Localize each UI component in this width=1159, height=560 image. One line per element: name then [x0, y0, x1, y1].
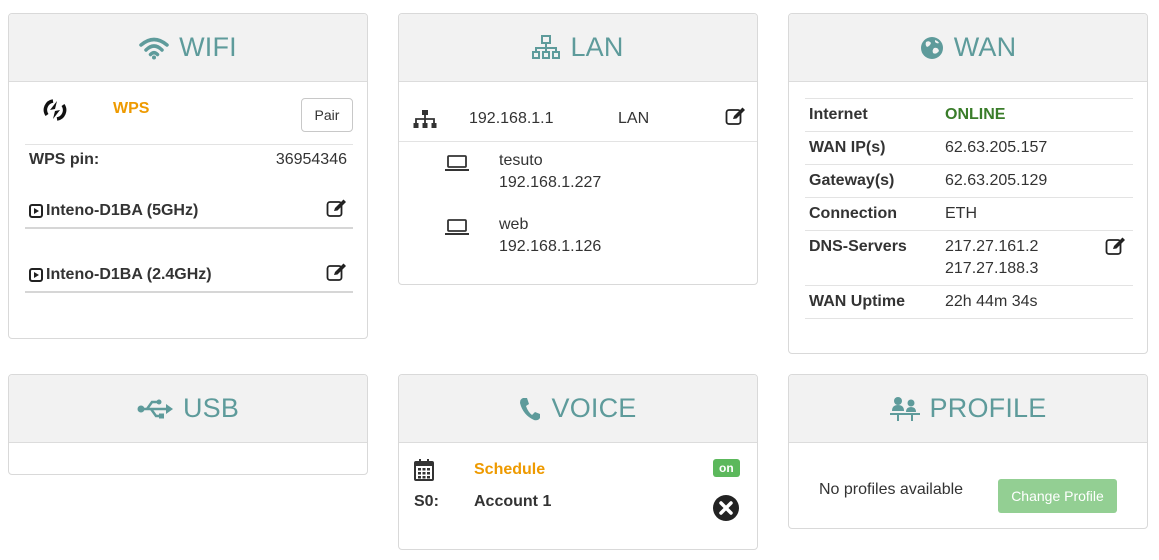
- wifi-header: WIFI: [9, 14, 367, 82]
- expand-icon[interactable]: [29, 268, 43, 282]
- edit-icon[interactable]: [1105, 236, 1127, 256]
- wifi-title: WIFI: [179, 32, 237, 62]
- edit-icon[interactable]: [326, 198, 348, 218]
- wan-label: Gateway(s): [809, 172, 895, 189]
- voice-header: VOICE: [399, 375, 757, 443]
- internet-status: ONLINE: [945, 106, 1006, 123]
- divider: [25, 227, 353, 229]
- pair-button[interactable]: Pair: [301, 98, 353, 132]
- profile-card: PROFILE No profiles available Change Pro…: [788, 374, 1148, 529]
- schedule-label[interactable]: Schedule: [474, 461, 545, 479]
- wan-label: Internet: [809, 106, 868, 123]
- client-name: web: [499, 216, 529, 233]
- wan-label: WAN IP(s): [809, 139, 886, 156]
- wan-label: Connection: [809, 205, 897, 222]
- sitemap-icon: [413, 110, 437, 128]
- usb-icon: [137, 399, 173, 418]
- wps-pin-value: 36954346: [275, 151, 347, 168]
- wifi-card: WIFI WPS Pair WPS pin: 36954346 Inteno-D…: [8, 13, 368, 339]
- globe-icon: [920, 36, 943, 59]
- dns-primary: 217.27.161.2: [945, 238, 1039, 255]
- expand-icon[interactable]: [29, 204, 43, 218]
- voice-title: VOICE: [551, 393, 637, 423]
- lan-card: LAN 192.168.1.1 LAN tesuto 192.168.1.227…: [398, 13, 758, 285]
- users-icon: [889, 396, 920, 421]
- profile-title: PROFILE: [929, 393, 1047, 423]
- wifi-icon: [139, 37, 169, 59]
- wifi-network-name: Inteno-D1BA (5GHz): [46, 202, 199, 219]
- divider: [805, 131, 1133, 132]
- wps-icon: [43, 99, 67, 121]
- lan-client[interactable]: web 192.168.1.126: [399, 216, 757, 266]
- wan-label: DNS-Servers: [809, 238, 907, 255]
- line-label: S0:: [414, 493, 439, 510]
- wan-header: WAN: [789, 14, 1147, 82]
- divider: [25, 144, 353, 145]
- wifi-network-name: Inteno-D1BA (2.4GHz): [46, 266, 212, 283]
- no-profiles-text: No profiles available: [819, 481, 964, 498]
- wan-value: 22h 44m 34s: [945, 293, 1038, 310]
- close-icon[interactable]: [712, 494, 740, 522]
- divider: [399, 141, 757, 142]
- voice-card: VOICE Schedule on S0: Account 1: [398, 374, 758, 550]
- wan-card: WAN Internet ONLINE WAN IP(s) 62.63.205.…: [788, 13, 1148, 354]
- profile-header: PROFILE: [789, 375, 1147, 443]
- divider: [25, 291, 353, 293]
- wan-value: 62.63.205.129: [945, 172, 1048, 189]
- wifi-network-item[interactable]: Inteno-D1BA (5GHz): [29, 202, 198, 220]
- wan-title: WAN: [953, 32, 1017, 62]
- account-name: Account 1: [474, 493, 552, 510]
- wps-pin-label: WPS pin:: [29, 151, 100, 168]
- edit-icon[interactable]: [326, 262, 348, 282]
- divider: [805, 230, 1133, 231]
- lan-header: LAN: [399, 14, 757, 82]
- lan-client[interactable]: tesuto 192.168.1.227: [399, 152, 757, 202]
- dns-secondary: 217.27.188.3: [945, 260, 1039, 277]
- usb-header: USB: [9, 375, 367, 443]
- edit-icon[interactable]: [725, 106, 747, 126]
- usb-title: USB: [182, 393, 240, 423]
- lan-title: LAN: [570, 32, 624, 62]
- schedule-status-badge[interactable]: on: [713, 459, 740, 477]
- change-profile-button[interactable]: Change Profile: [998, 479, 1117, 513]
- lan-interface: LAN: [618, 110, 650, 127]
- divider: [805, 98, 1133, 99]
- wifi-network-item[interactable]: Inteno-D1BA (2.4GHz): [29, 266, 212, 284]
- divider: [805, 318, 1133, 319]
- divider: [805, 197, 1133, 198]
- client-name: tesuto: [499, 152, 543, 169]
- wan-value: 62.63.205.157: [945, 139, 1048, 156]
- phone-icon: [520, 397, 541, 420]
- client-ip: 192.168.1.126: [499, 238, 602, 255]
- wan-value: ETH: [945, 205, 977, 222]
- client-ip: 192.168.1.227: [499, 174, 602, 191]
- divider: [805, 285, 1133, 286]
- usb-card: USB: [8, 374, 368, 475]
- laptop-icon: [445, 155, 469, 171]
- sitemap-icon: [532, 34, 561, 59]
- laptop-icon: [445, 219, 469, 235]
- lan-ip: 192.168.1.1: [469, 110, 554, 127]
- calendar-icon: [414, 459, 434, 481]
- wps-label: WPS: [113, 100, 150, 117]
- divider: [805, 164, 1133, 165]
- wan-label: WAN Uptime: [809, 293, 905, 310]
